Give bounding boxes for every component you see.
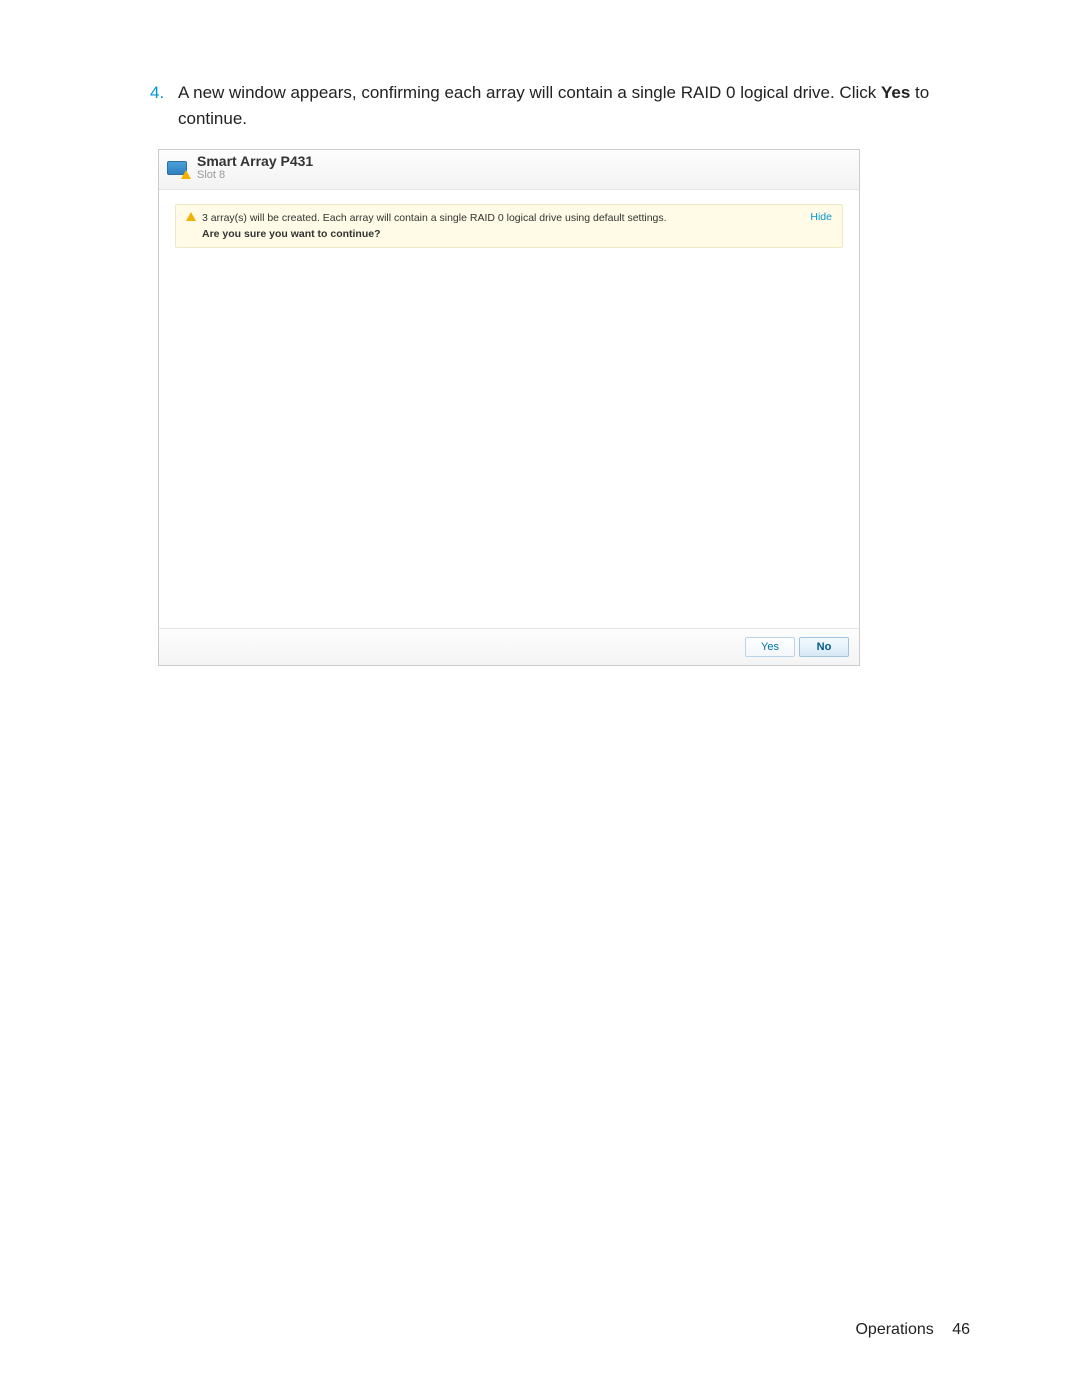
hide-link[interactable]: Hide [810,211,832,223]
footer-page-number: 46 [952,1321,970,1338]
warning-icon [186,212,196,221]
dialog-title: Smart Array P431 [197,154,313,169]
warning-alert: 3 array(s) will be created. Each array w… [175,204,843,247]
no-button[interactable]: No [799,637,849,657]
footer-section: Operations [855,1321,933,1338]
controller-icon [167,159,189,177]
alert-confirm: Are you sure you want to continue? [202,227,800,241]
dialog-subtitle: Slot 8 [197,169,313,181]
step-text: A new window appears, confirming each ar… [178,80,970,131]
step-number: 4. [150,80,178,106]
dialog-body [159,248,859,629]
page-footer: Operations 46 [855,1321,970,1339]
document-page: 4. A new window appears, confirming each… [0,0,1080,1397]
dialog-title-block: Smart Array P431 Slot 8 [197,154,313,181]
step-instruction: 4. A new window appears, confirming each… [150,80,970,131]
alert-text-block: 3 array(s) will be created. Each array w… [202,211,800,240]
dialog-header: Smart Array P431 Slot 8 [159,150,859,190]
dialog-footer: Yes No [159,629,859,665]
alert-message: 3 array(s) will be created. Each array w… [202,212,667,224]
step-text-bold: Yes [881,83,910,102]
yes-button[interactable]: Yes [745,637,795,657]
step-text-before: A new window appears, confirming each ar… [178,83,881,102]
dialog-content: 3 array(s) will be created. Each array w… [159,190,859,247]
confirmation-dialog: Smart Array P431 Slot 8 3 array(s) will … [158,149,860,666]
